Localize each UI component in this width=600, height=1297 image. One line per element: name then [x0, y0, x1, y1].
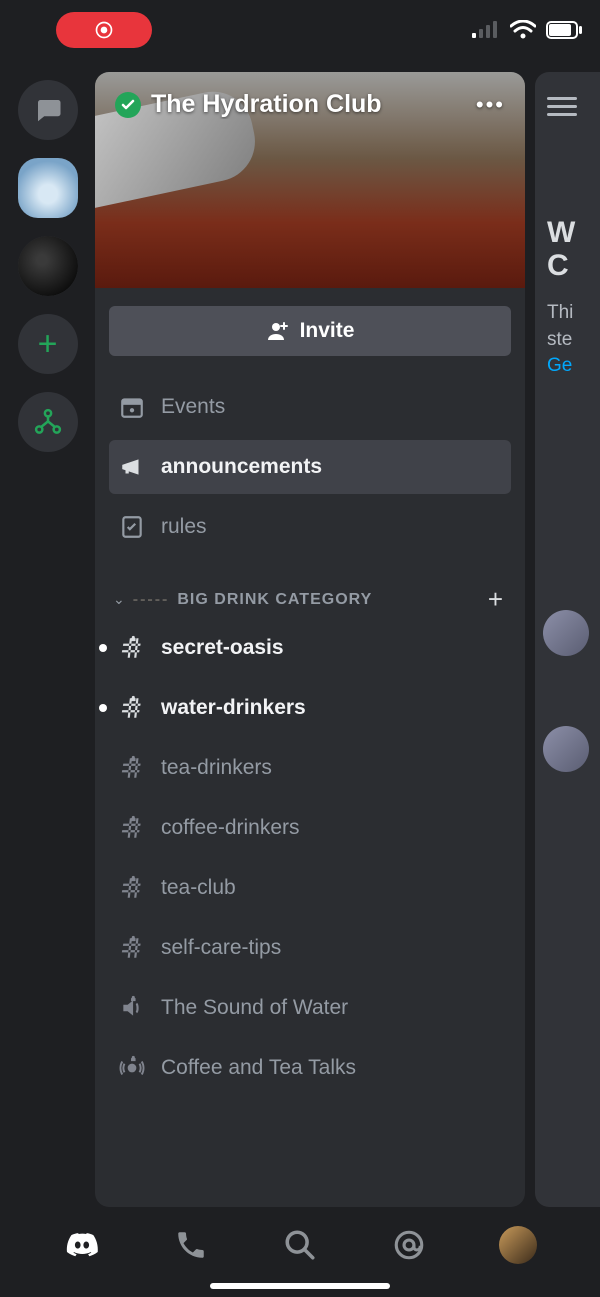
wifi-icon — [510, 20, 536, 40]
content-link[interactable]: Ge — [547, 355, 572, 376]
category-decoration: ----- — [133, 591, 170, 609]
category-header[interactable]: ⌄ ----- BIG DRINK CATEGORY + — [109, 584, 511, 615]
content-heading: W C — [547, 216, 600, 282]
content-body: Thi ste Ge — [547, 300, 600, 380]
verified-badge-icon — [115, 92, 141, 118]
rules-channel[interactable]: rules — [109, 500, 511, 554]
member-avatar[interactable] — [543, 726, 589, 772]
invite-user-icon — [266, 319, 290, 343]
search-icon — [283, 1228, 317, 1262]
unread-indicator — [99, 704, 107, 712]
discord-logo-icon — [65, 1228, 99, 1262]
stage-lock-icon — [119, 1055, 145, 1081]
rules-icon — [119, 514, 145, 540]
plus-icon: + — [38, 325, 58, 364]
channel-label: announcements — [161, 455, 322, 479]
events-row[interactable]: Events — [109, 380, 511, 434]
member-avatar[interactable] — [543, 610, 589, 656]
battery-icon — [546, 21, 582, 39]
channel-list-panel: The Hydration Club ••• Invite Events — [95, 72, 525, 1207]
screen-recording-indicator[interactable] — [56, 12, 152, 48]
chevron-down-icon: ⌄ — [113, 591, 125, 608]
hash-lock-icon — [119, 815, 145, 841]
bottom-tab-bar — [0, 1207, 600, 1297]
discover-hub-button[interactable] — [18, 392, 78, 452]
server-name: The Hydration Club — [151, 90, 476, 119]
channel-label: rules — [161, 515, 207, 539]
invite-label: Invite — [300, 319, 355, 343]
handset-icon — [174, 1228, 208, 1262]
invite-button[interactable]: Invite — [109, 306, 511, 356]
tab-home[interactable] — [28, 1228, 137, 1262]
channel-label: secret-oasis — [161, 636, 284, 660]
channel-coffee-and-tea-talks[interactable]: Coffee and Tea Talks — [109, 1041, 511, 1095]
channel-tea-drinkers[interactable]: tea-drinkers — [109, 741, 511, 795]
speaker-lock-icon — [119, 995, 145, 1021]
home-indicator — [210, 1283, 390, 1289]
add-server-button[interactable]: + — [18, 314, 78, 374]
hash-lock-icon — [119, 695, 145, 721]
channel-water-drinkers[interactable]: water-drinkers — [109, 681, 511, 735]
channel-label: self-care-tips — [161, 936, 281, 960]
server-avatar-image — [18, 158, 78, 218]
category-name: BIG DRINK CATEGORY — [177, 591, 372, 609]
hash-lock-icon — [119, 635, 145, 661]
cellular-icon — [472, 20, 500, 40]
server-banner[interactable]: The Hydration Club ••• — [95, 72, 525, 288]
tab-friends[interactable] — [137, 1228, 246, 1262]
channel-self-care-tips[interactable]: self-care-tips — [109, 921, 511, 975]
server-rail: + — [0, 0, 95, 1207]
server-header[interactable]: The Hydration Club ••• — [95, 90, 525, 119]
hub-icon — [33, 407, 63, 437]
server-other[interactable] — [18, 236, 78, 296]
channel-label: The Sound of Water — [161, 996, 348, 1020]
server-more-button[interactable]: ••• — [476, 92, 505, 118]
calendar-icon — [119, 394, 145, 420]
at-icon — [392, 1228, 426, 1262]
megaphone-icon — [119, 454, 145, 480]
status-bar — [0, 0, 600, 60]
channel-label: water-drinkers — [161, 696, 306, 720]
chat-bubble-icon — [33, 95, 63, 125]
channel-coffee-drinkers[interactable]: coffee-drinkers — [109, 801, 511, 855]
channel-label: Coffee and Tea Talks — [161, 1056, 356, 1080]
user-avatar — [499, 1226, 537, 1264]
direct-messages-button[interactable] — [18, 80, 78, 140]
tab-profile[interactable] — [463, 1226, 572, 1264]
hash-lock-icon — [119, 875, 145, 901]
status-icons — [472, 20, 582, 40]
channel-secret-oasis[interactable]: secret-oasis — [109, 621, 511, 675]
hamburger-icon[interactable] — [547, 97, 600, 116]
channel-label: tea-club — [161, 876, 236, 900]
channel-label: coffee-drinkers — [161, 816, 300, 840]
channel-label: tea-drinkers — [161, 756, 272, 780]
add-channel-button[interactable]: + — [488, 584, 507, 615]
announcements-channel[interactable]: announcements — [109, 440, 511, 494]
content-panel-peek[interactable]: W C Thi ste Ge — [535, 72, 600, 1207]
hash-lock-icon — [119, 755, 145, 781]
server-hydration-club[interactable] — [18, 158, 78, 218]
tab-mentions[interactable] — [354, 1228, 463, 1262]
unread-indicator — [99, 644, 107, 652]
hash-lock-icon — [119, 935, 145, 961]
server-avatar-image — [18, 236, 78, 296]
events-label: Events — [161, 395, 225, 419]
channel-the-sound-of-water[interactable]: The Sound of Water — [109, 981, 511, 1035]
channel-tea-club[interactable]: tea-club — [109, 861, 511, 915]
record-icon — [94, 20, 114, 40]
tab-search[interactable] — [246, 1228, 355, 1262]
